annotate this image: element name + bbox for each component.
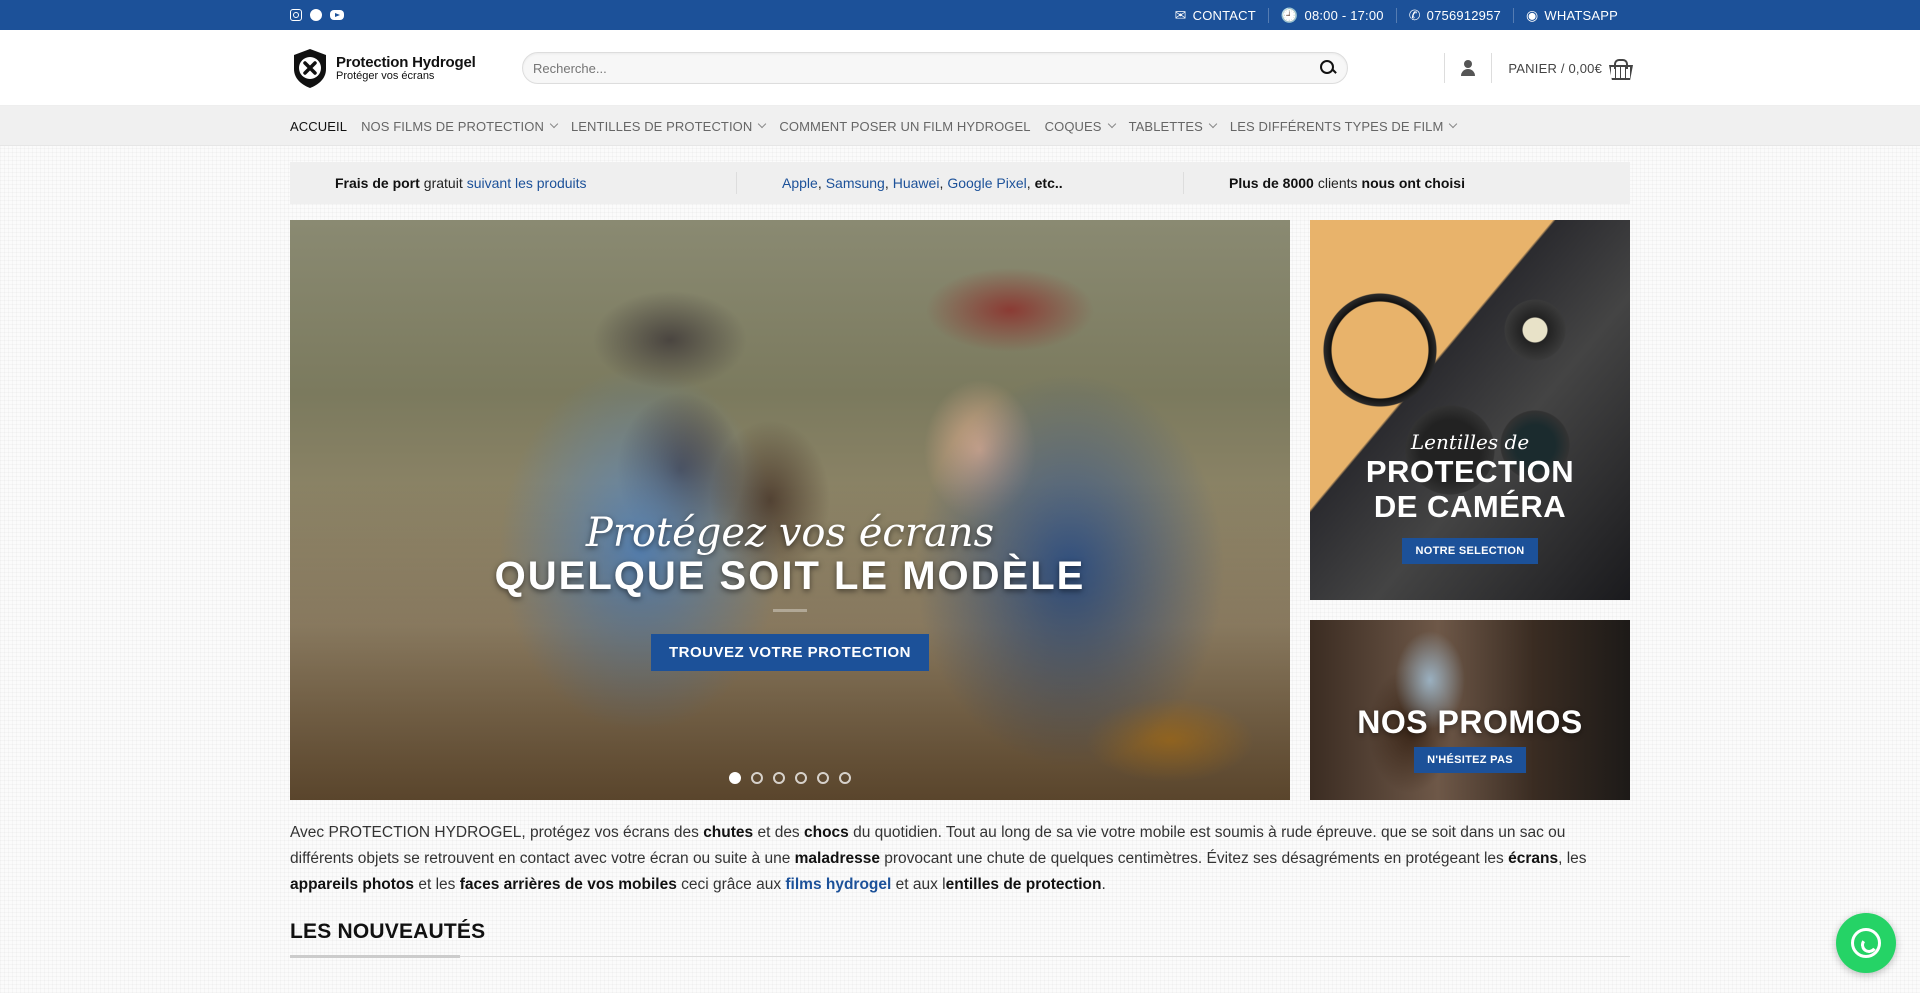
cart-button[interactable]: PANIER / 0,00€ [1508, 59, 1630, 77]
chevron-down-icon [1208, 119, 1218, 129]
slide-title: QUELQUE SOIT LE MODÈLE [494, 554, 1086, 598]
account-button[interactable] [1445, 60, 1491, 76]
nav-item-1[interactable]: ACCUEIL [290, 119, 347, 134]
top-link-0756912957[interactable]: ✆ 0756912957 [1395, 7, 1513, 23]
slider-dot[interactable] [751, 772, 763, 784]
user-icon [1460, 60, 1476, 76]
nav-item-label: TABLETTES [1128, 118, 1203, 134]
clock-icon: 🕘 [1280, 7, 1299, 23]
top-link-whatsapp[interactable]: ◉ WHATSAPP [1512, 7, 1630, 23]
info-clients-count: Plus de 8000 [1229, 175, 1314, 191]
nav-item-label: NOS FILMS DE PROTECTION [361, 118, 544, 134]
top-bar: ✉ CONTACT 🕘 08:00 - 17:00 ✆ 0756912957 ◉ WHATSA… [0, 0, 1920, 30]
chevron-down-icon [758, 119, 767, 129]
promos-banner[interactable]: NOS PROMOS N'HÉSITEZ PAS [1310, 620, 1630, 800]
whatsapp-icon [1851, 928, 1881, 958]
search-input[interactable] [533, 60, 1319, 76]
logo-subtitle: Protéger vos écrans [336, 70, 435, 82]
top-links: ✉ CONTACT 🕘 08:00 - 17:00 ✆ 0756912957 ◉ WHATSA… [1163, 7, 1630, 23]
banner-script: Lentilles de [1410, 430, 1530, 454]
slider-dot[interactable] [795, 772, 807, 784]
shield-logo-icon [290, 47, 330, 89]
logo[interactable]: Protection Hydrogel Protéger vos écrans [290, 47, 490, 89]
top-link-label: WHATSAPP [1544, 7, 1618, 23]
top-link-contact[interactable]: ✉ CONTACT [1163, 8, 1268, 23]
promos-title: NOS PROMOS [1357, 704, 1583, 740]
chevron-down-icon [1107, 119, 1116, 129]
brand-link[interactable]: Samsung [826, 175, 885, 191]
brand-separator: , [817, 175, 822, 191]
info-shipping-bold: Frais de port [335, 175, 420, 191]
info-brands: Apple, Samsung, Huawei, Google Pixel, et… [737, 172, 1184, 194]
section-divider [290, 955, 1630, 958]
whatsapp-chat-button[interactable] [1836, 913, 1896, 973]
info-shipping-text: gratuit [423, 175, 463, 191]
social-links [290, 9, 344, 21]
slider-dot[interactable] [773, 772, 785, 784]
cart-label: PANIER / 0,00€ [1508, 60, 1602, 76]
nav-item-5[interactable]: COQUES [1044, 118, 1116, 134]
nav-item-6[interactable]: TABLETTES [1128, 118, 1218, 134]
logo-title: Protection Hydrogel [336, 54, 476, 71]
main-nav: ACCUEIL NOS FILMS DE PROTECTION LENTILLES … [0, 106, 1920, 146]
info-clients: Plus de 8000 clients nous ont choisi [1184, 172, 1630, 194]
mail-icon: ✉ [1174, 7, 1187, 23]
brand-separator: , [939, 175, 944, 191]
intro-paragraph: Avec PROTECTION HYDROGEL, protégez vos é… [290, 824, 1587, 893]
slide-divider [773, 609, 807, 612]
films-hydrogel-link[interactable]: films hydrogel [785, 876, 891, 893]
brand-separator: , [884, 175, 889, 191]
brand-link[interactable]: Huawei [893, 175, 940, 191]
nav-item-label: COQUES [1044, 118, 1102, 134]
section-title-new: LES NOUVEAUTÉS [290, 920, 486, 943]
top-link-label: 08:00 - 17:00 [1304, 7, 1384, 23]
brand-link[interactable]: Google Pixel [947, 175, 1026, 191]
brand-separator: , [1026, 175, 1031, 191]
search-icon[interactable] [1319, 59, 1337, 77]
divider [1491, 53, 1493, 83]
basket-icon [1608, 59, 1630, 77]
brand-link[interactable]: Apple [782, 175, 818, 191]
nav-item-label: ACCUEIL [290, 118, 348, 134]
search-bar [522, 52, 1348, 84]
phone-icon: ✆ [1408, 7, 1421, 23]
hero-slider[interactable]: Protégez vos écrans QUELQUE SOIT LE MODÈ… [290, 220, 1290, 800]
nav-item-label: COMMENT POSER UN FILM HYDROGEL [779, 118, 1031, 134]
whatsapp-icon: ◉ [1525, 7, 1539, 23]
chevron-down-icon [549, 119, 559, 129]
top-link-label: 0756912957 [1426, 7, 1501, 23]
camera-protection-banner[interactable]: Lentilles de PROTECTION DE CAMÉRA NOTRE … [1310, 220, 1630, 600]
promos-button[interactable]: N'HÉSITEZ PAS [1414, 747, 1526, 773]
info-clients-text: clients [1317, 175, 1358, 191]
slide-script-heading: Protégez vos écrans [585, 510, 995, 556]
banner-title-line1: PROTECTION [1365, 454, 1575, 489]
youtube-icon[interactable] [330, 10, 344, 20]
nav-item-2[interactable]: NOS FILMS DE PROTECTION [361, 118, 559, 134]
banner-title-line2: DE CAMÉRA [1373, 489, 1567, 524]
nav-item-4[interactable]: COMMENT POSER UN FILM HYDROGEL [779, 119, 1030, 134]
nav-item-label: LES DIFFÉRENTS TYPES DE FILM [1229, 118, 1444, 134]
slider-dots [290, 772, 1290, 784]
info-clients-tail: nous ont choisi [1361, 175, 1465, 191]
info-strip: Frais de port gratuit suivant les produi… [290, 162, 1630, 204]
slider-dot[interactable] [729, 772, 741, 784]
find-protection-button[interactable]: TROUVEZ VOTRE PROTECTION [650, 634, 929, 671]
chevron-down-icon [1449, 119, 1458, 129]
pinterest-icon[interactable] [310, 9, 322, 21]
nav-item-label: LENTILLES DE PROTECTION [570, 118, 753, 134]
site-header: Protection Hydrogel Protéger vos écrans … [0, 30, 1920, 106]
slider-dot[interactable] [839, 772, 851, 784]
our-selection-button[interactable]: NOTRE SELECTION [1402, 538, 1538, 564]
nav-item-3[interactable]: LENTILLES DE PROTECTION [570, 118, 767, 134]
brand-etc: etc.. [1034, 175, 1063, 191]
top-link-label: CONTACT [1192, 7, 1256, 23]
nav-item-7[interactable]: LES DIFFÉRENTS TYPES DE FILM [1229, 118, 1458, 134]
info-shipping: Frais de port gratuit suivant les produi… [290, 172, 737, 194]
info-shipping-link[interactable]: suivant les produits [467, 175, 587, 191]
slider-dot[interactable] [817, 772, 829, 784]
instagram-icon[interactable] [290, 9, 302, 21]
top-link-08-00-17-00[interactable]: 🕘 08:00 - 17:00 [1267, 7, 1396, 23]
